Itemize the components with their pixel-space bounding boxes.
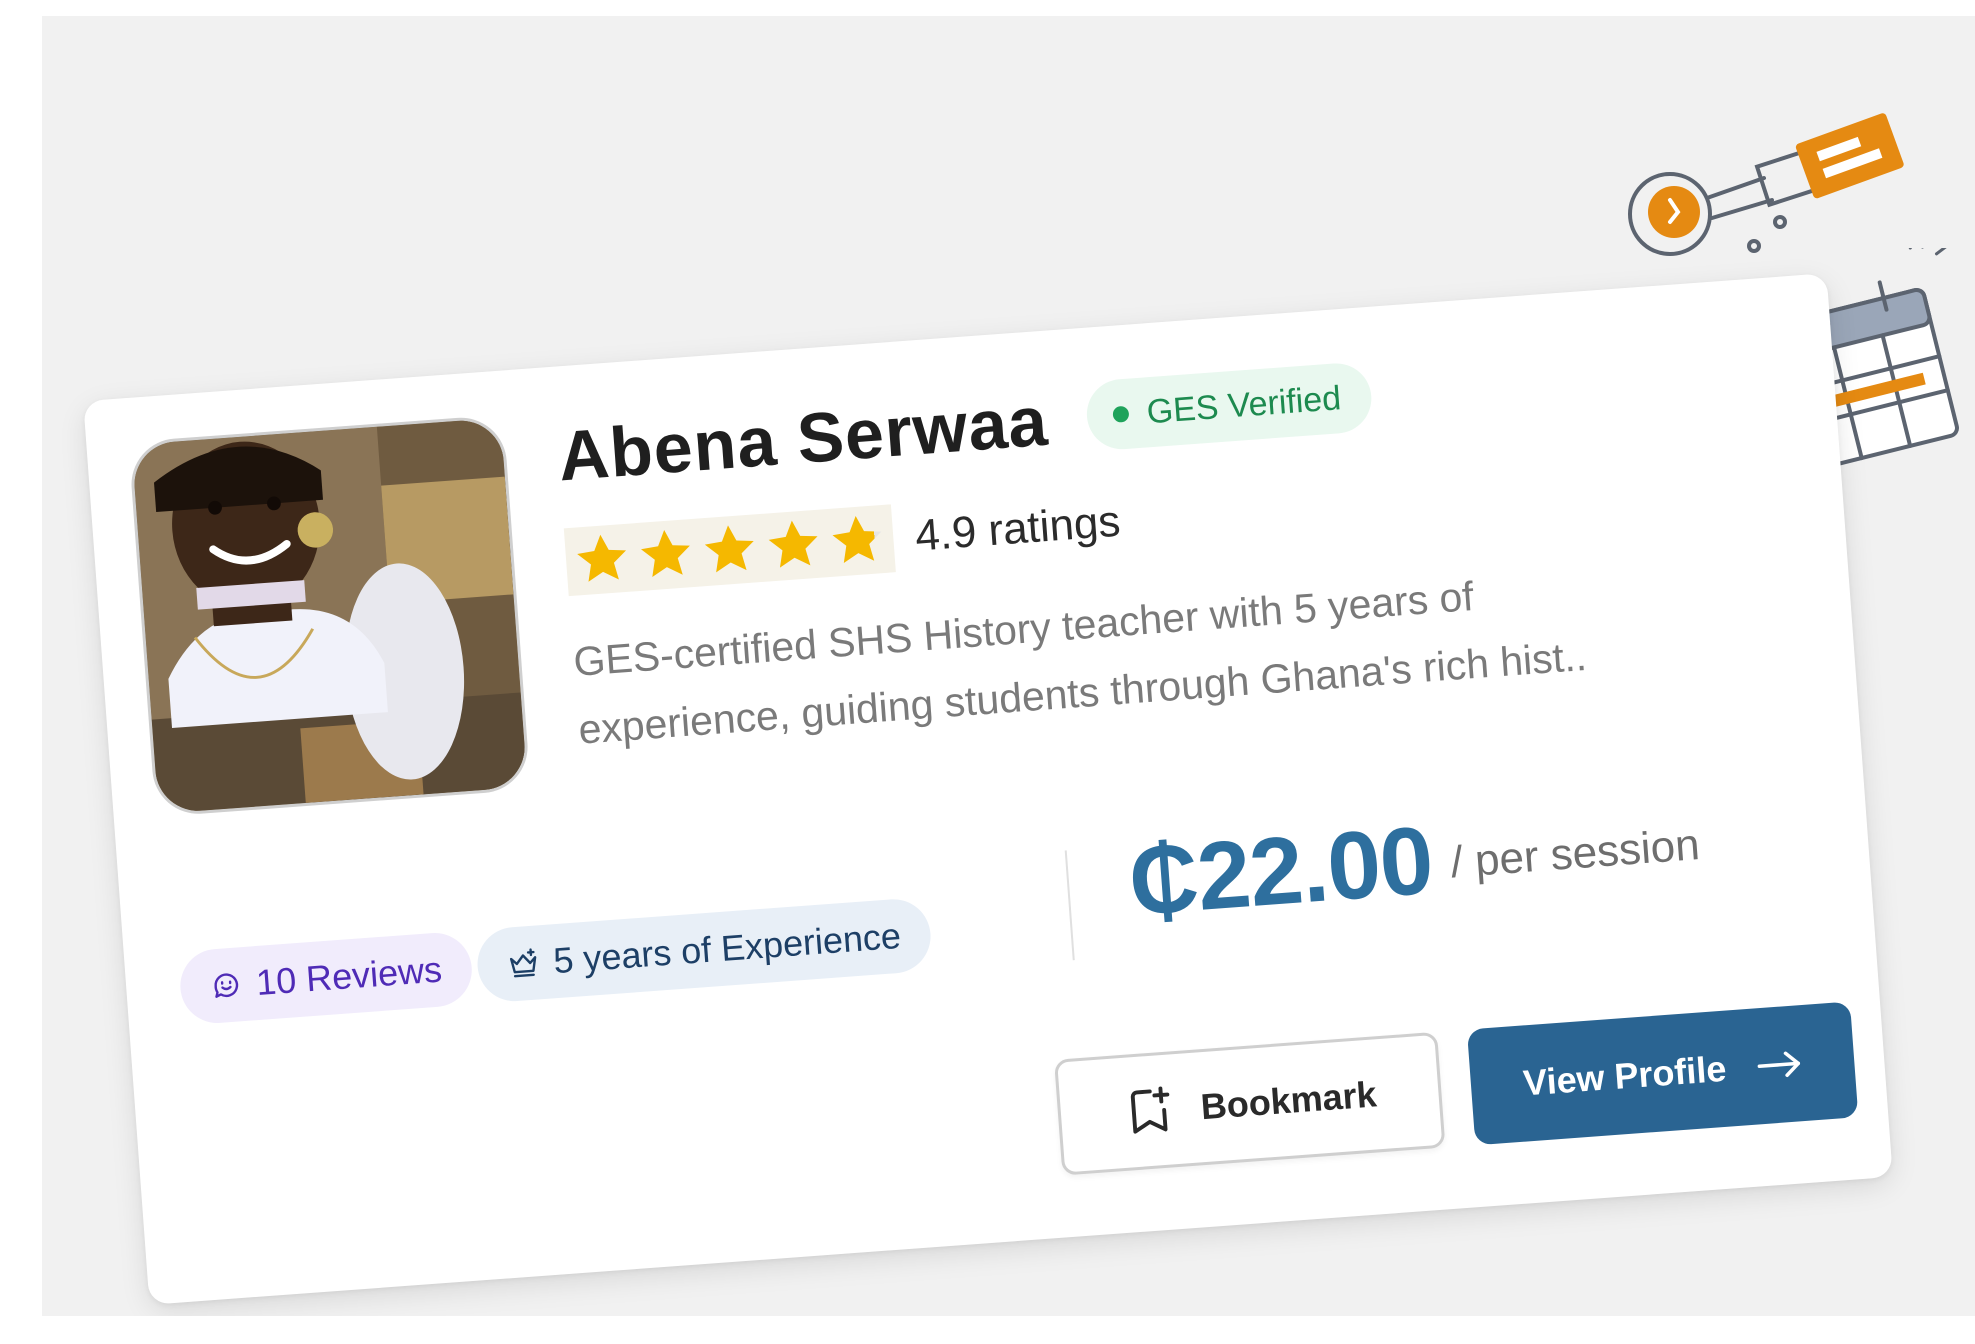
star-icon bbox=[641, 530, 690, 578]
arrow-right-icon bbox=[1757, 1051, 1800, 1078]
tutor-card: Abena Serwaa GES Verified 4.9 ratings GE… bbox=[83, 273, 1893, 1305]
tutor-name: Abena Serwaa bbox=[555, 381, 1051, 496]
bookmark-label: Bookmark bbox=[1199, 1073, 1378, 1128]
chat-smile-icon bbox=[214, 973, 239, 998]
rating-text: 4.9 ratings bbox=[913, 496, 1122, 561]
star-icon bbox=[577, 534, 627, 582]
bookmark-add-icon bbox=[1130, 1086, 1170, 1134]
price-unit: / per session bbox=[1448, 820, 1702, 888]
bookmark-button[interactable]: Bookmark bbox=[1054, 1031, 1446, 1176]
rating-row: 4.9 ratings bbox=[563, 488, 1123, 597]
star-icon bbox=[704, 525, 754, 573]
session-price: ₵22.00 bbox=[1125, 806, 1436, 936]
experience-label: 5 years of Experience bbox=[551, 914, 903, 982]
dot-icon bbox=[1112, 405, 1130, 423]
tutor-avatar[interactable] bbox=[128, 414, 531, 818]
vertical-divider bbox=[1064, 850, 1075, 961]
star-half-icon bbox=[832, 515, 882, 563]
star-icon bbox=[768, 520, 818, 568]
reviews-pill[interactable]: 10 Reviews bbox=[177, 930, 475, 1026]
verified-label: GES Verified bbox=[1145, 378, 1343, 431]
verified-badge: GES Verified bbox=[1084, 360, 1374, 452]
crown-icon bbox=[509, 948, 537, 978]
experience-pill: 5 years of Experience bbox=[474, 896, 934, 1004]
view-profile-label: View Profile bbox=[1521, 1047, 1728, 1104]
background-panel: Abena Serwaa GES Verified 4.9 ratings GE… bbox=[42, 16, 1975, 1316]
reviews-label: 10 Reviews bbox=[254, 948, 444, 1004]
avatar-photo bbox=[131, 417, 528, 814]
star-rating bbox=[563, 504, 896, 597]
view-profile-button[interactable]: View Profile bbox=[1466, 1001, 1859, 1146]
